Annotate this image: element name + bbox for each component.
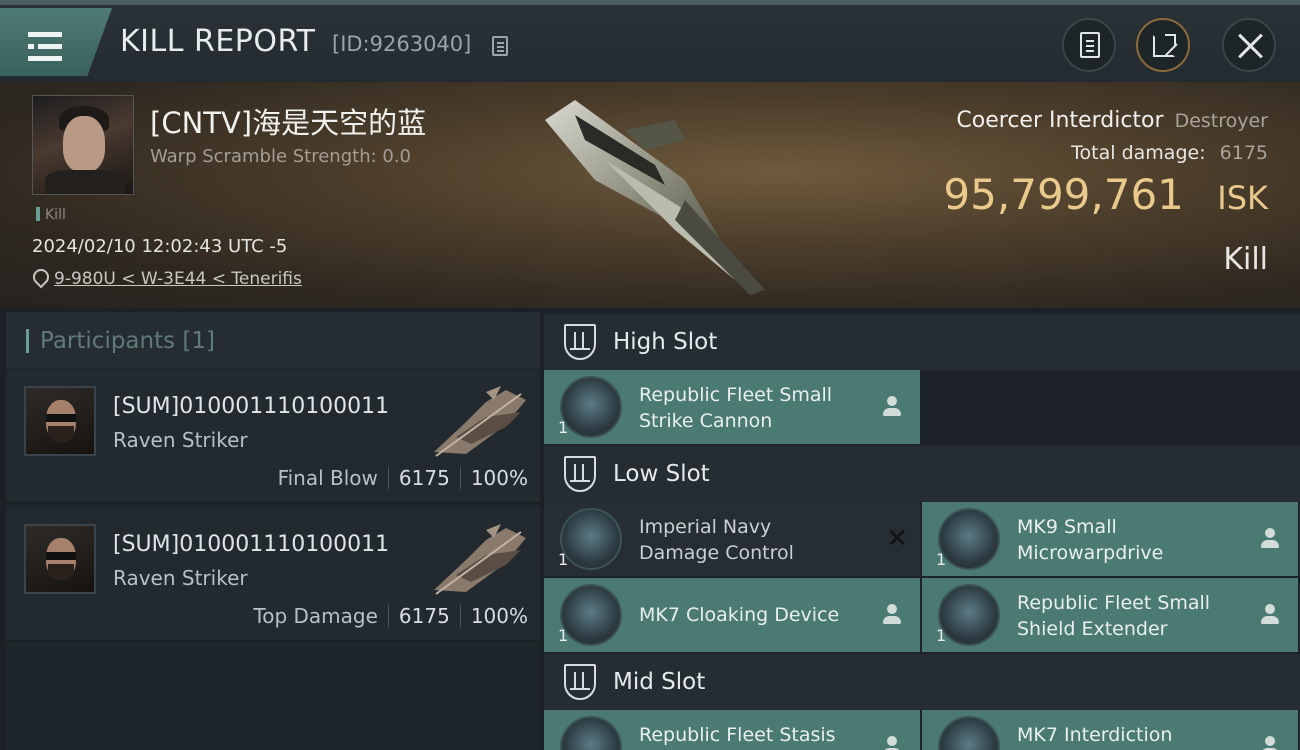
fitting-item[interactable]: 1 Republic Fleet Small Shield Extender <box>922 578 1298 652</box>
interdiction-sphere-icon <box>938 716 1000 750</box>
participants-panel: Participants [1] [SUM]010001110100011 Ra… <box>6 312 540 750</box>
page-title: KILL REPORT <box>120 24 316 59</box>
ship-class: Destroyer <box>1174 110 1268 132</box>
participants-header: Participants [1] <box>6 312 540 368</box>
isk-value: 95,799,761 ISK <box>943 170 1268 219</box>
victim-ship-image <box>545 100 765 295</box>
high-slot-title: High Slot <box>613 329 718 355</box>
participant-percent: 100% <box>470 466 528 490</box>
header-bar: KILL REPORT [ID:9263040] <box>0 0 1300 82</box>
stasis-webifier-icon <box>560 716 622 750</box>
notes-icon <box>1080 32 1100 58</box>
microwarpdrive-icon <box>938 508 1000 570</box>
warp-scramble-strength: Warp Scramble Strength: 0.0 <box>150 146 412 167</box>
copy-icon[interactable] <box>492 36 508 56</box>
isk-unit: ISK <box>1217 179 1268 217</box>
low-slot-icon <box>564 456 596 492</box>
low-slot-header: Low Slot <box>544 446 1300 502</box>
item-quantity: 1 <box>558 418 569 437</box>
dropped-user-icon <box>882 736 902 750</box>
participant-stats: Top Damage 6175 100% <box>253 604 528 628</box>
menu-button[interactable] <box>0 8 112 76</box>
dropped-user-icon <box>882 604 902 626</box>
avatar[interactable] <box>24 386 96 456</box>
dropped-user-icon <box>1260 528 1280 550</box>
participant-damage: 6175 <box>398 466 450 490</box>
total-damage-value: 6175 <box>1219 142 1268 164</box>
dropped-user-icon <box>1260 736 1280 750</box>
item-name: MK9 Small Microwarpdrive <box>1017 516 1164 564</box>
fitting-item[interactable]: 1 MK9 Small Microwarpdrive <box>922 502 1298 576</box>
participant-row[interactable]: [SUM]010001110100011 Raven Striker Top D… <box>6 508 540 642</box>
participant-percent: 100% <box>470 604 528 628</box>
cloaking-device-icon <box>560 584 622 646</box>
dropped-user-icon <box>882 396 902 418</box>
menu-icon <box>28 32 62 62</box>
participant-ship: Raven Striker <box>113 428 248 452</box>
participant-damage: 6175 <box>398 604 450 628</box>
fitting-item[interactable]: MK7 Interdiction <box>922 710 1298 750</box>
share-button[interactable] <box>1136 18 1190 72</box>
fitting-item[interactable]: 1 MK7 Cloaking Device <box>544 578 920 652</box>
strike-cannon-icon <box>560 376 622 438</box>
mid-slot-icon <box>564 664 596 700</box>
high-slot-header: High Slot <box>544 314 1300 370</box>
victim-banner: Kill [CNTV]海是天空的蓝 Warp Scramble Strength… <box>0 82 1300 308</box>
low-slot-title: Low Slot <box>613 461 710 487</box>
high-slot-icon <box>564 324 596 360</box>
participant-ship-image <box>434 386 526 457</box>
mid-slot-header: Mid Slot <box>544 654 1300 710</box>
participant-row[interactable]: [SUM]010001110100011 Raven Striker Final… <box>6 370 540 504</box>
item-quantity: 1 <box>936 626 947 645</box>
close-button[interactable] <box>1222 18 1276 72</box>
fitting-item[interactable]: Republic Fleet Stasis <box>544 710 920 750</box>
participant-role: Top Damage <box>253 604 378 628</box>
location-link[interactable]: 9-980U < W-3E44 < Tenerifis <box>54 269 302 289</box>
participant-role: Final Blow <box>277 466 378 490</box>
participant-ship: Raven Striker <box>113 566 248 590</box>
item-quantity: 1 <box>558 550 569 569</box>
report-id: [ID:9263040] <box>332 32 472 56</box>
total-damage-label: Total damage: <box>1071 142 1206 164</box>
participant-name: [SUM]010001110100011 <box>113 532 390 557</box>
damage-control-icon <box>560 508 622 570</box>
ship-name: Coercer Interdictor <box>956 108 1164 133</box>
shield-extender-icon <box>938 584 1000 646</box>
item-name: Republic Fleet Stasis <box>639 724 836 746</box>
participant-stats: Final Blow 6175 100% <box>278 466 528 490</box>
participants-title: Participants [1] <box>40 328 216 354</box>
fitting-panel: High Slot 1 Republic Fleet Small Strike … <box>544 312 1300 750</box>
participant-name: [SUM]010001110100011 <box>113 394 390 419</box>
notes-button[interactable] <box>1062 18 1116 72</box>
share-icon <box>1153 34 1176 57</box>
item-quantity: 1 <box>936 550 947 569</box>
fitting-item[interactable]: 1 Imperial Navy Damage Control ✕ <box>544 502 920 576</box>
victim-avatar[interactable] <box>32 95 134 195</box>
item-name: Republic Fleet Small Shield Extender <box>1017 592 1211 640</box>
victim-name[interactable]: [CNTV]海是天空的蓝 <box>150 100 426 142</box>
participant-ship-image <box>434 524 526 595</box>
result-label: Kill <box>1223 242 1268 277</box>
kill-timestamp: 2024/02/10 12:02:43 UTC -5 <box>32 236 288 257</box>
item-name: Imperial Navy Damage Control <box>639 516 794 564</box>
victim-ship-type[interactable]: Coercer Interdictor Destroyer <box>956 108 1268 133</box>
item-name: MK7 Interdiction <box>1017 724 1173 746</box>
mid-slot-title: Mid Slot <box>613 669 706 695</box>
avatar[interactable] <box>24 524 96 594</box>
location-pin-icon <box>32 269 46 287</box>
close-icon <box>1236 32 1264 60</box>
destroyed-x-icon: ✕ <box>886 524 908 554</box>
isk-amount: 95,799,761 <box>943 170 1184 219</box>
dropped-user-icon <box>1260 604 1280 626</box>
item-name: MK7 Cloaking Device <box>639 604 840 626</box>
total-damage: Total damage: 6175 <box>1071 142 1268 164</box>
item-quantity: 1 <box>558 626 569 645</box>
item-name: Republic Fleet Small Strike Cannon <box>639 384 833 432</box>
kill-tag: Kill <box>36 207 66 223</box>
fitting-item[interactable]: 1 Republic Fleet Small Strike Cannon <box>544 370 920 444</box>
